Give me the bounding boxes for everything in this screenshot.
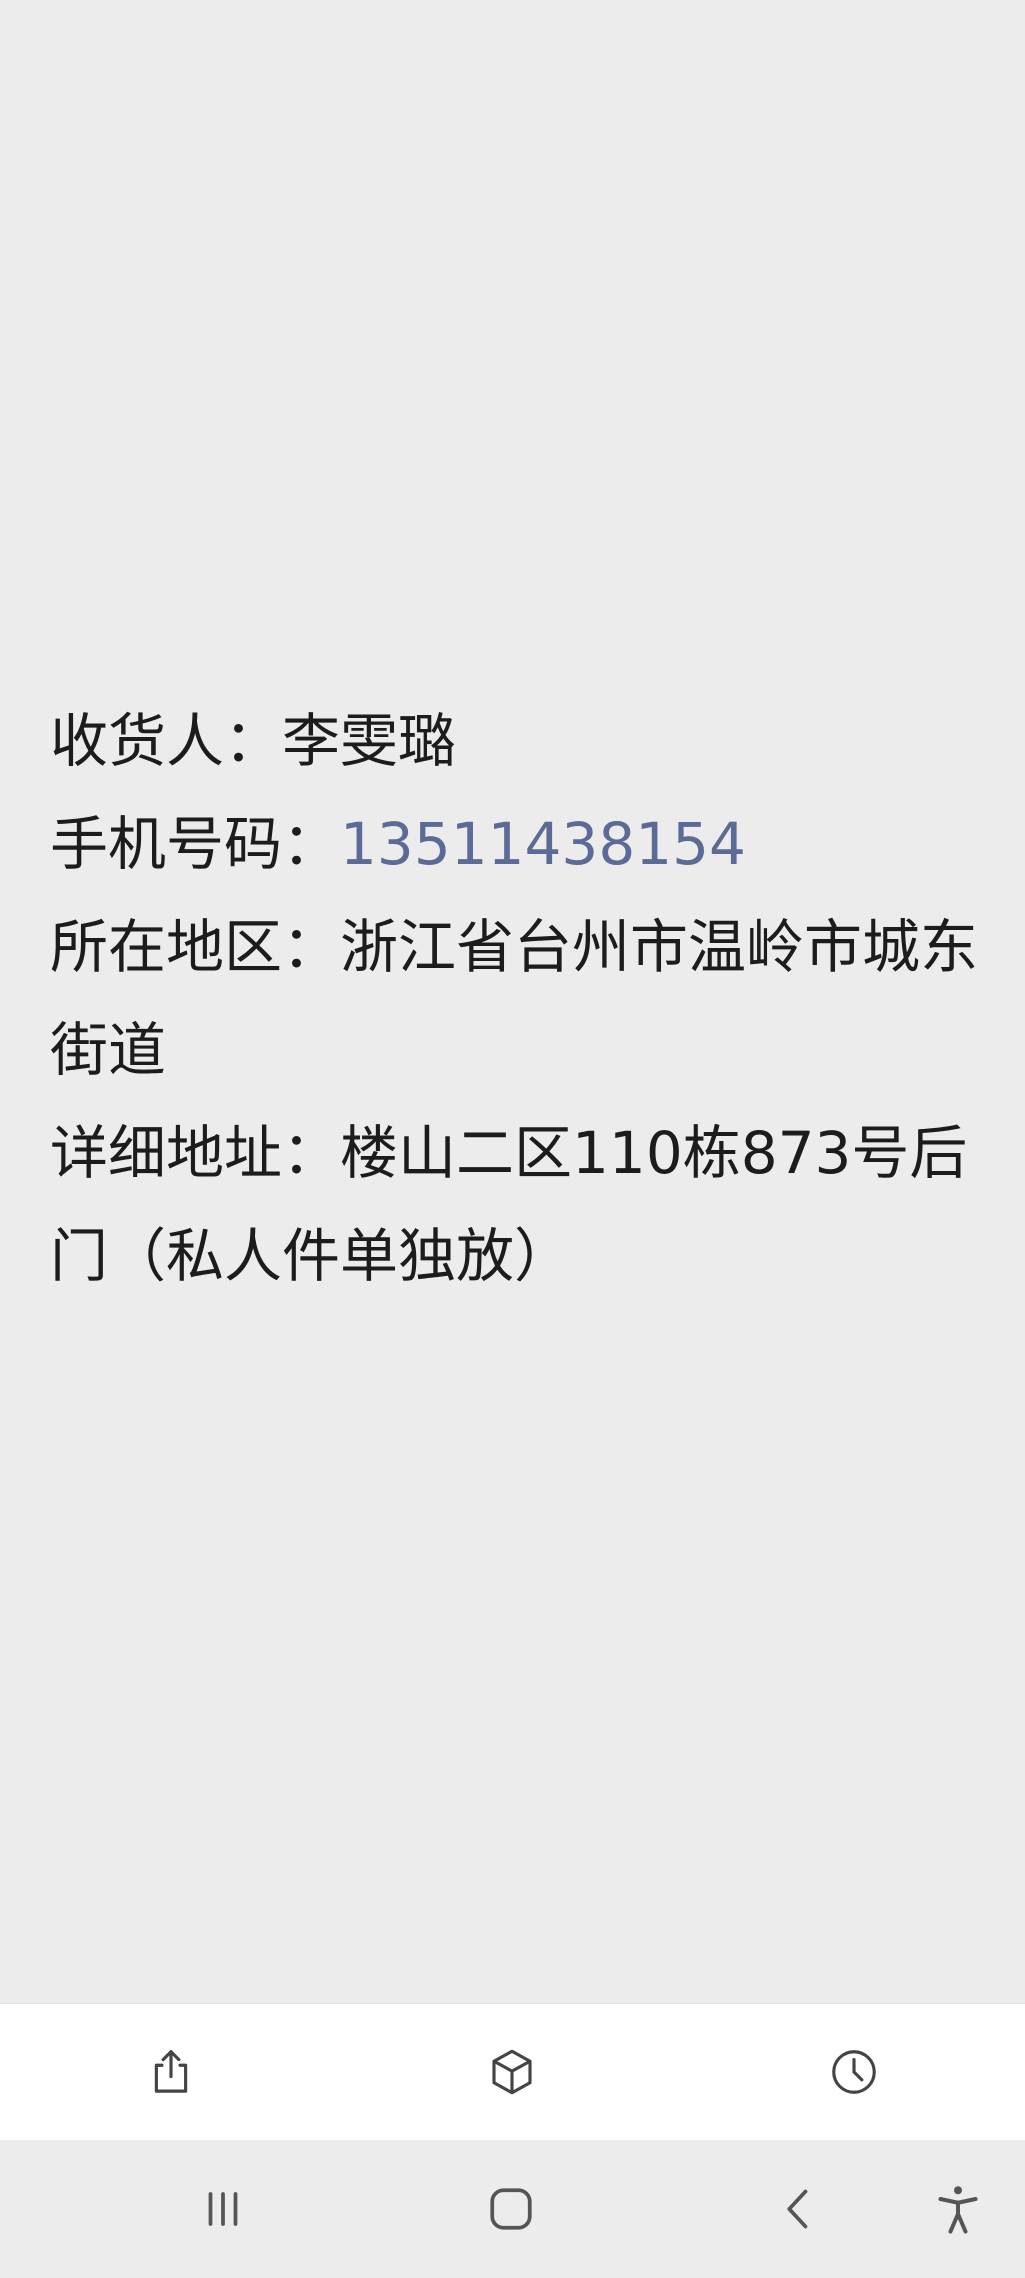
- recipient-name: 李雯璐: [282, 707, 457, 775]
- phone-row: 手机号码：13511438154: [50, 793, 990, 896]
- back-button[interactable]: [750, 2164, 846, 2254]
- recipient-row: 收货人：李雯璐: [50, 690, 990, 793]
- phone-number-link[interactable]: 13511438154: [340, 810, 746, 878]
- accessibility-icon: [938, 2186, 978, 2234]
- phone-label: 手机号码：: [50, 810, 341, 878]
- back-icon: [787, 2189, 808, 2229]
- recipient-label: 收货人：: [50, 707, 283, 775]
- 3d-view-button[interactable]: [462, 2022, 562, 2122]
- recent-apps-icon: [208, 2192, 238, 2226]
- accessibility-button[interactable]: [910, 2164, 1006, 2254]
- region-label: 所在地区：: [50, 913, 341, 981]
- home-button[interactable]: [463, 2164, 559, 2254]
- history-button[interactable]: [804, 2022, 904, 2122]
- address-row: 详细地址：楼山二区110栋873号后门（私人件单独放）: [50, 1102, 990, 1308]
- share-button[interactable]: [121, 2022, 221, 2122]
- system-navigation-bar: [0, 2140, 1025, 2278]
- cube-icon: [492, 2049, 532, 2095]
- home-icon: [490, 2188, 532, 2230]
- bottom-action-bar: [0, 2003, 1025, 2141]
- address-info: 收货人：李雯璐 手机号码：13511438154 所在地区：浙江省台州市温岭市城…: [50, 690, 990, 1308]
- recent-apps-button[interactable]: [175, 2164, 271, 2254]
- address-label: 详细地址：: [50, 1119, 341, 1187]
- share-icon: [154, 2050, 188, 2093]
- clock-icon: [832, 2050, 876, 2094]
- region-row: 所在地区：浙江省台州市温岭市城东街道: [50, 896, 990, 1102]
